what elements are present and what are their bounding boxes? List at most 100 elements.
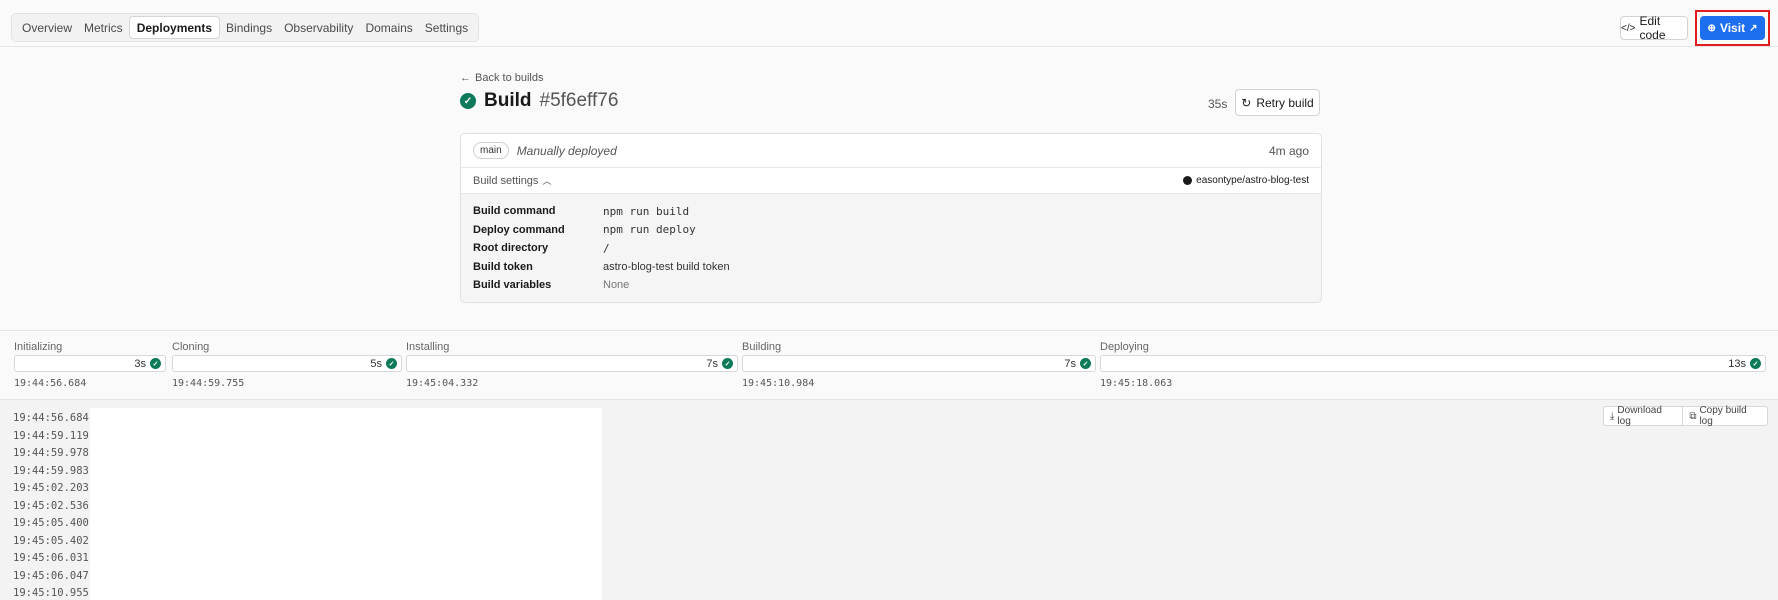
globe-icon: ⊕ <box>1707 22 1716 34</box>
retry-build-button[interactable]: ↻ Retry build <box>1235 89 1320 116</box>
stage-time: 19:45:04.332 <box>406 378 479 389</box>
log-timestamp: 19:45:10.955 <box>13 587 89 599</box>
log-timestamp: 19:44:59.983 <box>13 464 89 477</box>
copy-build-log-label: Copy build log <box>1699 405 1747 427</box>
stage-time: 19:44:59.755 <box>172 378 245 389</box>
log-timestamp: 19:45:02.536 <box>13 499 89 512</box>
back-label: Back to builds <box>475 72 544 84</box>
time-ago: 4m ago <box>1268 143 1309 158</box>
log-timestamp: 19:44:59.119 <box>13 429 89 442</box>
build-title: ✓ Build #5f6eff76 <box>460 90 618 112</box>
setting-row: Build command npm run build <box>473 202 1309 221</box>
stage-duration: 3s <box>134 357 146 370</box>
github-icon <box>1183 176 1193 185</box>
build-settings-label: Build settings <box>473 174 539 187</box>
log-timestamp: 19:45:06.047 <box>13 569 89 582</box>
success-check-icon: ✓ <box>1080 358 1091 369</box>
repo-link[interactable]: easontype/astro-blog-test <box>1183 175 1309 186</box>
setting-value: npm run deploy <box>603 223 696 237</box>
setting-value: npm run build <box>603 204 690 218</box>
download-log-button[interactable]: ⤓ Download log <box>1604 405 1682 427</box>
arrow-left-icon: ← <box>460 72 471 84</box>
retry-label: Retry build <box>1256 95 1314 110</box>
visit-button[interactable]: ⊕ Visit ↗ <box>1700 16 1765 40</box>
external-link-icon: ↗ <box>1749 22 1758 34</box>
back-to-builds-link[interactable]: ← Back to builds <box>460 72 543 84</box>
deploy-info-row: main Manually deployed 4m ago <box>461 134 1321 168</box>
copy-icon: ⧉ <box>1689 410 1697 422</box>
top-bar: Overview Metrics Deployments Bindings Ob… <box>0 0 1778 47</box>
build-settings-header: Build settings ︿ easontype/astro-blog-te… <box>461 168 1321 194</box>
stage-time: 19:45:10.984 <box>742 378 815 389</box>
stage-time: 19:44:56.684 <box>14 378 87 389</box>
stage-bar: 5s ✓ <box>172 355 402 372</box>
download-icon: ⤓ <box>1610 410 1615 422</box>
stage-bar: 3s ✓ <box>14 355 166 372</box>
copy-build-log-button[interactable]: ⧉ Copy build log <box>1683 405 1767 427</box>
tab-settings[interactable]: Settings <box>419 16 474 39</box>
build-card: main Manually deployed 4m ago Build sett… <box>460 133 1322 303</box>
success-check-icon: ✓ <box>386 358 397 369</box>
build-title-label: Build <box>484 90 532 111</box>
build-settings-toggle[interactable]: Build settings ︿ <box>473 174 551 187</box>
success-check-icon: ✓ <box>150 358 161 369</box>
edit-code-label: Edit code <box>1639 14 1666 42</box>
code-icon: </> <box>1621 22 1636 34</box>
log-timestamp: 19:44:56.684 <box>13 412 89 424</box>
stage-duration: 13s <box>1728 357 1746 370</box>
tab-overview[interactable]: Overview <box>16 16 78 39</box>
log-timestamp: 19:45:05.402 <box>13 534 89 547</box>
build-hash: #5f6eff76 <box>539 90 619 111</box>
build-duration: 35s <box>1208 97 1228 111</box>
download-log-label: Download log <box>1617 405 1662 427</box>
stage-name: Initializing <box>14 341 63 353</box>
edit-code-button[interactable]: </> Edit code <box>1620 14 1688 42</box>
repo-name: easontype/astro-blog-test <box>1196 175 1309 186</box>
visit-highlight: ⊕ Visit ↗ <box>1695 10 1770 46</box>
build-timeline: Initializing 3s ✓ 19:44:56.684 Cloning 5… <box>0 330 1778 400</box>
setting-value: None <box>603 279 630 292</box>
stage-duration: 5s <box>370 357 382 370</box>
log-actions: ⤓ Download log ⧉ Copy build log <box>1603 405 1768 427</box>
log-lines: 19:44:56.684 19:44:59.119 19:44:59.978 1… <box>13 408 603 600</box>
log-timestamp: 19:45:06.031 <box>13 552 89 564</box>
setting-value: / <box>603 241 610 255</box>
stage-name: Installing <box>406 341 450 353</box>
chevron-up-icon: ︿ <box>542 176 552 186</box>
log-timestamp: 19:45:02.203 <box>13 482 89 494</box>
stage-time: 19:45:18.063 <box>1100 378 1173 389</box>
tab-bar: Overview Metrics Deployments Bindings Ob… <box>11 13 480 42</box>
tab-deployments[interactable]: Deployments <box>128 16 221 39</box>
success-check-icon: ✓ <box>1750 358 1761 369</box>
setting-row: Build variables None <box>473 276 1309 295</box>
setting-row: Deploy command npm run deploy <box>473 221 1309 240</box>
stage-name: Deploying <box>1100 341 1149 353</box>
setting-key: Build variables <box>473 279 552 292</box>
stage-bar: 13s ✓ <box>1100 355 1766 372</box>
setting-key: Root directory <box>473 242 549 255</box>
retry-icon: ↻ <box>1241 95 1252 110</box>
deploy-mode: Manually deployed <box>516 143 617 158</box>
log-timestamp: 19:45:05.400 <box>13 517 89 529</box>
tab-domains[interactable]: Domains <box>359 16 418 39</box>
visit-label: Visit <box>1719 21 1746 35</box>
success-check-icon: ✓ <box>460 93 476 109</box>
success-check-icon: ✓ <box>722 358 733 369</box>
setting-row: Build token astro-blog-test build token <box>473 258 1309 277</box>
tab-observability[interactable]: Observability <box>278 16 359 39</box>
branch-badge: main <box>473 142 509 159</box>
setting-key: Deploy command <box>473 223 565 236</box>
tab-metrics[interactable]: Metrics <box>78 16 129 39</box>
build-settings-panel: Build command npm run build Deploy comma… <box>461 194 1321 302</box>
stage-name: Cloning <box>172 341 210 353</box>
setting-value: astro-blog-test build token <box>603 260 730 273</box>
setting-key: Build token <box>473 260 533 273</box>
stage-bar: 7s ✓ <box>406 355 738 372</box>
stage-bar: 7s ✓ <box>742 355 1096 372</box>
setting-row: Root directory / <box>473 239 1309 258</box>
setting-key: Build command <box>473 205 556 218</box>
tab-bindings[interactable]: Bindings <box>220 16 278 39</box>
log-timestamp: 19:44:59.978 <box>13 447 89 459</box>
stage-duration: 7s <box>1064 357 1076 370</box>
stage-name: Building <box>742 341 782 353</box>
